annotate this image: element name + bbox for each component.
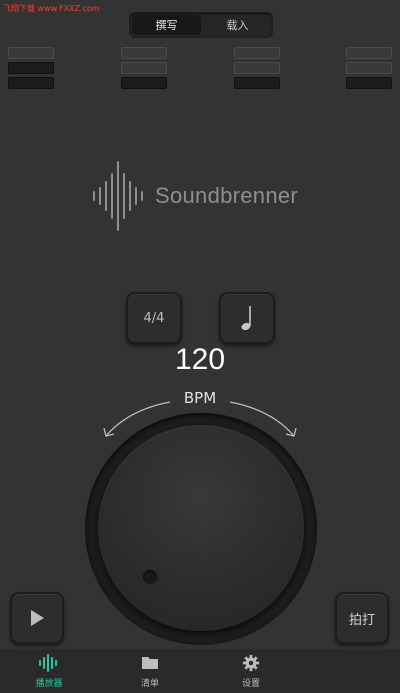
beat-3-level-3 bbox=[234, 77, 280, 89]
brand-logo: Soundbrenner bbox=[91, 160, 321, 232]
gear-icon bbox=[242, 654, 260, 672]
tempo-dial-knob[interactable] bbox=[98, 425, 304, 631]
bottom-navigation: 播放器 清单 设置 bbox=[0, 649, 400, 693]
time-signature-label: 4/4 bbox=[143, 310, 165, 326]
soundwave-logo-icon bbox=[93, 161, 143, 231]
beat-3-level-2 bbox=[234, 62, 280, 74]
nav-label-settings: 设置 bbox=[241, 679, 260, 689]
play-button[interactable] bbox=[10, 592, 64, 644]
mode-segmented-control: 撰写 载入 bbox=[129, 12, 273, 38]
beat-4-level-1 bbox=[346, 47, 392, 59]
beat-2-level-3 bbox=[121, 77, 167, 89]
beat-3-level-1 bbox=[234, 47, 280, 59]
subdivision-button[interactable] bbox=[219, 292, 275, 344]
quarter-note-icon bbox=[241, 306, 251, 331]
beat-1-level-2 bbox=[8, 62, 54, 74]
beat-2-level-1 bbox=[121, 47, 167, 59]
waveform-icon bbox=[39, 654, 57, 672]
beat-column-3[interactable] bbox=[234, 47, 280, 89]
beat-4-level-3 bbox=[346, 77, 392, 89]
dial-position-indicator bbox=[143, 570, 157, 584]
nav-item-player[interactable]: 播放器 bbox=[19, 654, 79, 689]
site-watermark: 飞翔下载 www.FXXZ.com bbox=[3, 4, 100, 13]
tap-tempo-label: 拍打 bbox=[348, 612, 375, 628]
nav-item-settings[interactable]: 设置 bbox=[221, 654, 281, 689]
beat-1-level-3 bbox=[8, 77, 54, 89]
nav-label-list: 清单 bbox=[140, 679, 159, 689]
tap-tempo-button[interactable]: 拍打 bbox=[335, 592, 389, 644]
tab-compose[interactable]: 撰写 bbox=[132, 15, 201, 35]
time-signature-button[interactable]: 4/4 bbox=[126, 292, 182, 344]
folder-icon bbox=[142, 657, 158, 669]
brand-name: Soundbrenner bbox=[155, 183, 299, 208]
tab-load[interactable]: 载入 bbox=[203, 13, 272, 37]
play-icon bbox=[31, 610, 44, 626]
beat-column-1[interactable] bbox=[8, 47, 54, 89]
beat-column-4[interactable] bbox=[346, 47, 392, 89]
nav-label-player: 播放器 bbox=[35, 679, 63, 689]
beat-2-level-2 bbox=[121, 62, 167, 74]
beat-1-level-1 bbox=[8, 47, 54, 59]
beat-4-level-2 bbox=[346, 62, 392, 74]
tempo-value: 120 bbox=[174, 343, 226, 376]
beat-column-2[interactable] bbox=[121, 47, 167, 89]
nav-item-list[interactable]: 清单 bbox=[120, 654, 180, 689]
